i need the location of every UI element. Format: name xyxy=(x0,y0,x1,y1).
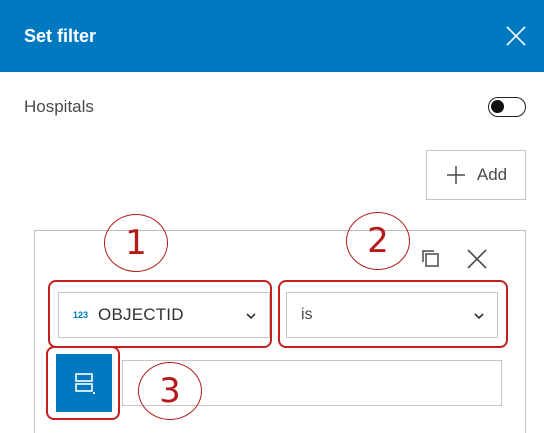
plus-icon xyxy=(446,166,465,184)
dialog-title: Set filter xyxy=(24,25,97,46)
chevron-down-icon xyxy=(246,313,256,320)
value-mode-button[interactable] xyxy=(56,354,112,412)
operator-select[interactable]: is xyxy=(286,292,498,338)
dialog-header: Set filter xyxy=(0,0,544,72)
filter-toggle[interactable] xyxy=(488,97,526,117)
duplicate-icon xyxy=(422,250,439,267)
value-input[interactable] xyxy=(122,360,502,406)
numeric-field-icon: 123 xyxy=(73,310,89,320)
toggle-knob xyxy=(491,100,504,113)
chevron-down-icon xyxy=(474,313,484,320)
field-select[interactable]: 123 OBJECTID xyxy=(58,292,270,338)
layer-filter-row: Hospitals xyxy=(24,90,526,124)
close-dialog-button[interactable] xyxy=(502,22,530,50)
duplicate-expression-button[interactable] xyxy=(416,244,444,272)
add-expression-button[interactable]: Add xyxy=(426,150,526,200)
field-select-value: OBJECTID xyxy=(98,305,184,324)
delete-expression-button[interactable] xyxy=(462,244,492,274)
operator-select-value: is xyxy=(301,306,313,323)
close-icon xyxy=(506,26,526,46)
layer-name: Hospitals xyxy=(24,97,94,116)
add-label: Add xyxy=(476,165,508,184)
list-icon xyxy=(75,373,95,394)
close-icon xyxy=(467,249,487,269)
